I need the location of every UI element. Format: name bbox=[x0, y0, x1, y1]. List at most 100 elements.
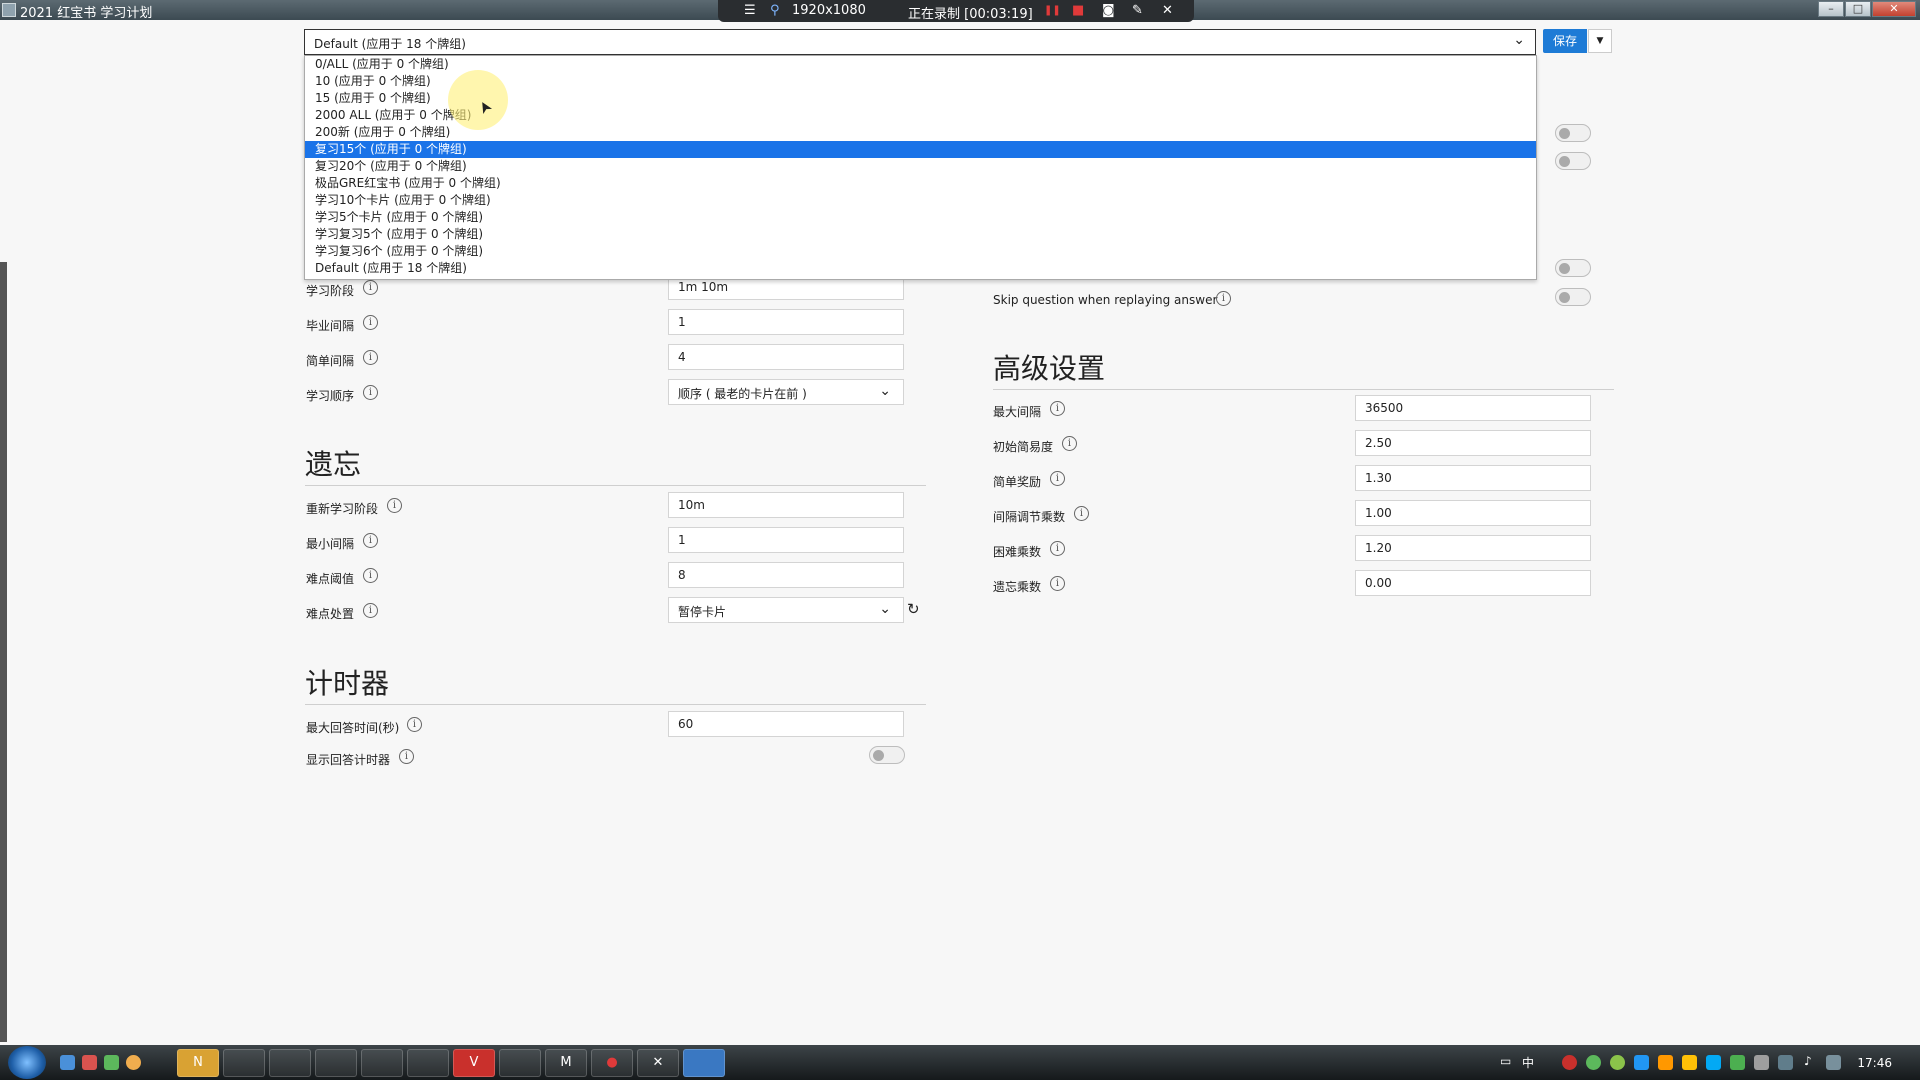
recorder-pen-icon[interactable]: ✎ bbox=[1132, 3, 1143, 18]
toggle-switch[interactable] bbox=[1555, 259, 1591, 277]
taskbar-clock[interactable]: 17:46 bbox=[1857, 1056, 1892, 1070]
taskbar-app-onenote[interactable]: N bbox=[177, 1049, 219, 1077]
close-button[interactable]: ✕ bbox=[1872, 1, 1916, 17]
easy-bonus-label: 简单奖励 bbox=[993, 475, 1042, 489]
easy-bonus-input[interactable]: 1.30 bbox=[1355, 465, 1591, 491]
recorder-pin-icon[interactable]: ⚲ bbox=[770, 3, 780, 18]
tray-icon[interactable] bbox=[1682, 1055, 1697, 1070]
wechat-tray-icon[interactable] bbox=[1610, 1055, 1625, 1070]
tray-icon[interactable] bbox=[1754, 1055, 1769, 1070]
preset-option[interactable]: 极品GRE红宝书 (应用于 0 个牌组) bbox=[305, 175, 1536, 192]
starting-ease-label: 初始简易度 bbox=[993, 440, 1054, 454]
graduating-interval-input[interactable]: 1 bbox=[668, 309, 904, 335]
quick-launch-icon[interactable] bbox=[82, 1055, 97, 1070]
info-icon[interactable]: i bbox=[363, 385, 378, 400]
info-icon[interactable]: i bbox=[407, 717, 422, 732]
preset-option-highlighted[interactable]: 复习15个 (应用于 0 个牌组) bbox=[305, 141, 1536, 158]
taskbar-app-vivaldi[interactable]: V bbox=[453, 1049, 495, 1077]
info-icon[interactable]: i bbox=[363, 350, 378, 365]
info-icon[interactable]: i bbox=[1050, 541, 1065, 556]
info-icon[interactable]: i bbox=[1074, 506, 1089, 521]
maximize-button[interactable]: □ bbox=[1845, 1, 1871, 17]
interval-modifier-input[interactable]: 1.00 bbox=[1355, 500, 1591, 526]
lapse-multiplier-input[interactable]: 0.00 bbox=[1355, 570, 1591, 596]
taskbar-app-wechat[interactable] bbox=[407, 1049, 449, 1077]
info-icon[interactable]: i bbox=[1216, 291, 1231, 306]
leech-threshold-input[interactable]: 8 bbox=[668, 562, 904, 588]
recorder-stop-icon[interactable]: ■ bbox=[1072, 3, 1084, 18]
info-icon[interactable]: i bbox=[399, 749, 414, 764]
tray-icon[interactable] bbox=[1634, 1055, 1649, 1070]
info-icon[interactable]: i bbox=[363, 315, 378, 330]
toggle-switch[interactable] bbox=[1555, 152, 1591, 170]
relearning-steps-input[interactable]: 10m bbox=[668, 492, 904, 518]
new-card-order-select[interactable]: 顺序 ( 最老的卡片在前 ) ⌄ bbox=[668, 379, 904, 405]
starting-ease-input[interactable]: 2.50 bbox=[1355, 430, 1591, 456]
preset-option[interactable]: 学习复习5个 (应用于 0 个牌组) bbox=[305, 226, 1536, 243]
quick-launch-icon[interactable] bbox=[104, 1055, 119, 1070]
preset-option[interactable]: 0/ALL (应用于 0 个牌组) bbox=[305, 56, 1536, 73]
taskbar-app[interactable] bbox=[223, 1049, 265, 1077]
info-icon[interactable]: i bbox=[1062, 436, 1077, 451]
ime-mode-icon[interactable]: ▭ bbox=[1500, 1054, 1511, 1068]
ime-language[interactable]: 中 bbox=[1522, 1054, 1534, 1071]
leech-action-select[interactable]: 暂停卡片 ⌄ bbox=[668, 597, 904, 623]
taskbar-app-recorder[interactable]: ● bbox=[591, 1049, 633, 1077]
info-icon[interactable]: i bbox=[387, 498, 402, 513]
preset-option[interactable]: 学习10个卡片 (应用于 0 个牌组) bbox=[305, 192, 1536, 209]
preset-option[interactable]: 复习20个 (应用于 0 个牌组) bbox=[305, 158, 1536, 175]
info-icon[interactable]: i bbox=[363, 280, 378, 295]
skip-question-toggle[interactable] bbox=[1555, 288, 1591, 306]
recorder-camera-icon[interactable]: ◙ bbox=[1102, 3, 1115, 18]
taskbar-app-search[interactable] bbox=[315, 1049, 357, 1077]
recorder-menu-icon[interactable]: ☰ bbox=[744, 3, 756, 18]
app-icon bbox=[2, 3, 16, 17]
volume-icon[interactable]: ♪ bbox=[1804, 1054, 1812, 1068]
taskbar-app[interactable]: ✕ bbox=[637, 1049, 679, 1077]
maximum-interval-input[interactable]: 36500 bbox=[1355, 395, 1591, 421]
taskbar-app[interactable] bbox=[499, 1049, 541, 1077]
easy-interval-input[interactable]: 4 bbox=[668, 344, 904, 370]
tray-icon[interactable] bbox=[1586, 1055, 1601, 1070]
hard-multiplier-input[interactable]: 1.20 bbox=[1355, 535, 1591, 561]
shield-icon[interactable] bbox=[1706, 1055, 1721, 1070]
info-icon[interactable]: i bbox=[1050, 401, 1065, 416]
tray-icon[interactable] bbox=[1730, 1055, 1745, 1070]
minimize-button[interactable]: – bbox=[1818, 1, 1844, 17]
taskbar-app-chrome[interactable] bbox=[361, 1049, 403, 1077]
recorder-status: 正在录制 [00:03:19] bbox=[908, 7, 1033, 22]
chevron-down-icon: ⌄ bbox=[1513, 32, 1525, 48]
info-icon[interactable]: i bbox=[1050, 471, 1065, 486]
network-icon[interactable] bbox=[1826, 1055, 1841, 1070]
graduating-interval-label: 毕业间隔 bbox=[306, 319, 355, 333]
hard-multiplier-label: 困难乘数 bbox=[993, 545, 1042, 559]
recorder-pause-icon[interactable]: ❚❚ bbox=[1044, 5, 1061, 16]
preset-option[interactable]: 学习5个卡片 (应用于 0 个牌组) bbox=[305, 209, 1536, 226]
max-answer-time-input[interactable]: 60 bbox=[668, 711, 904, 737]
preset-select-value: Default (应用于 18 个牌组) bbox=[314, 37, 466, 51]
show-answer-timer-toggle[interactable] bbox=[869, 746, 905, 764]
save-button[interactable]: 保存 bbox=[1543, 29, 1587, 53]
chrome-icon[interactable] bbox=[126, 1055, 141, 1070]
taskbar-app[interactable] bbox=[683, 1049, 725, 1077]
info-icon[interactable]: i bbox=[363, 533, 378, 548]
max-answer-time-label: 最大回答时间(秒) bbox=[306, 721, 400, 735]
reset-icon[interactable]: ↻ bbox=[907, 600, 920, 618]
info-icon[interactable]: i bbox=[1050, 576, 1065, 591]
show-desktop-icon[interactable] bbox=[60, 1055, 75, 1070]
info-icon[interactable]: i bbox=[363, 603, 378, 618]
tray-icon[interactable] bbox=[1778, 1055, 1793, 1070]
save-menu-button[interactable]: ▼ bbox=[1588, 29, 1612, 53]
start-button[interactable] bbox=[8, 1046, 46, 1079]
preset-option[interactable]: Default (应用于 18 个牌组) bbox=[305, 260, 1536, 277]
taskbar-app[interactable]: M bbox=[545, 1049, 587, 1077]
toggle-switch[interactable] bbox=[1555, 124, 1591, 142]
tray-icon[interactable] bbox=[1562, 1055, 1577, 1070]
preset-option[interactable]: 学习复习6个 (应用于 0 个牌组) bbox=[305, 243, 1536, 260]
preset-select[interactable]: Default (应用于 18 个牌组) ⌄ bbox=[304, 29, 1536, 55]
info-icon[interactable]: i bbox=[363, 568, 378, 583]
recorder-close-icon[interactable]: ✕ bbox=[1162, 3, 1173, 18]
tray-icon[interactable] bbox=[1658, 1055, 1673, 1070]
minimum-interval-input[interactable]: 1 bbox=[668, 527, 904, 553]
taskbar-app[interactable] bbox=[269, 1049, 311, 1077]
